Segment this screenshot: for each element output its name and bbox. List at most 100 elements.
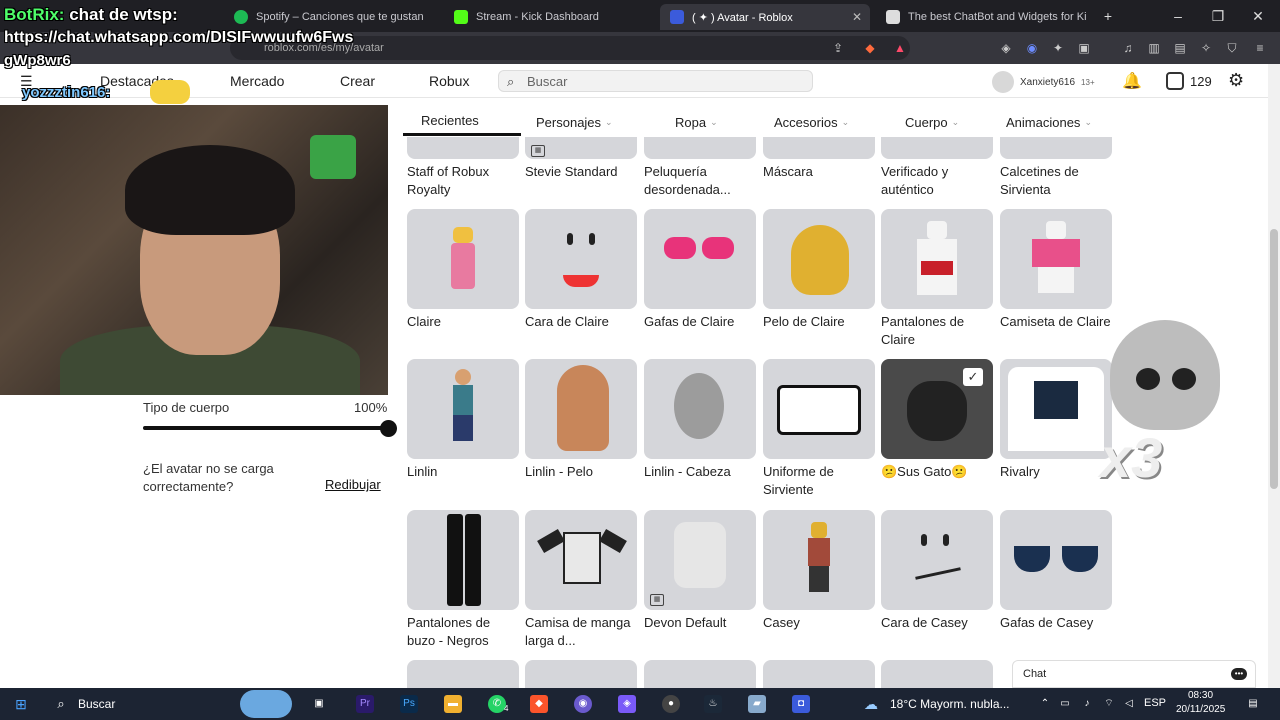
- chat-bubble-icon[interactable]: •••: [1231, 668, 1247, 680]
- screenshot-icon[interactable]: ▣: [1076, 40, 1092, 56]
- tray-network-icon[interactable]: ▭: [1056, 695, 1074, 713]
- tab-roblox-avatar[interactable]: ( ✦ ) Avatar - Roblox ✕: [660, 4, 870, 30]
- user-profile[interactable]: Xanxiety616 13+: [992, 71, 1095, 93]
- search-input[interactable]: ⌕ Buscar: [498, 70, 813, 92]
- search-icon[interactable]: ⌕: [52, 695, 70, 713]
- tab-accesorios[interactable]: Accesorios ⌄: [774, 108, 849, 136]
- app-icon[interactable]: ◈: [618, 695, 636, 713]
- tab-chatbot[interactable]: The best ChatBot and Widgets for Ki: [876, 4, 1086, 30]
- notifications-bell-icon[interactable]: 🔔: [1122, 71, 1142, 91]
- redraw-button[interactable]: Redibujar: [325, 477, 381, 492]
- premiere-icon[interactable]: Pr: [356, 695, 374, 713]
- weather-icon[interactable]: ☁: [862, 695, 880, 713]
- item-card[interactable]: ▦ Stevie Standard: [525, 137, 637, 181]
- item-thumbnail: ▦: [644, 510, 756, 610]
- item-card[interactable]: Cara de Casey: [881, 510, 993, 632]
- clock-date[interactable]: 20/11/2025: [1176, 704, 1225, 715]
- weather-text[interactable]: 18°C Mayorm. nubla...: [890, 697, 1010, 711]
- app-2-icon[interactable]: ▰: [748, 695, 766, 713]
- item-card[interactable]: Pantalones de Claire: [881, 209, 993, 349]
- task-view-icon[interactable]: ▣: [310, 695, 328, 713]
- item-card[interactable]: Gafas de Claire: [644, 209, 756, 331]
- nav-crear[interactable]: Crear: [340, 73, 375, 89]
- item-card[interactable]: Verificado y auténtico: [881, 137, 993, 199]
- language-indicator[interactable]: ESP: [1144, 697, 1166, 709]
- botrix-message: chat de wtsp:: [69, 5, 178, 24]
- minimize-button[interactable]: –: [1158, 0, 1198, 32]
- item-card[interactable]: Calcetines de Sirvienta: [1000, 137, 1112, 199]
- chat-panel[interactable]: Chat •••: [1012, 660, 1256, 688]
- volume-icon[interactable]: ◁: [1120, 695, 1138, 713]
- robux-balance[interactable]: 129: [1166, 72, 1212, 90]
- vpn-icon[interactable]: ⛉: [1224, 40, 1240, 56]
- item-card[interactable]: Uniforme de Sirviente: [763, 359, 875, 499]
- tab-kick[interactable]: Stream - Kick Dashboard: [444, 4, 654, 30]
- wallet-icon[interactable]: ▤: [1172, 40, 1188, 56]
- taskbar-search-label[interactable]: Buscar: [78, 697, 115, 711]
- steam-icon[interactable]: ♨: [704, 695, 722, 713]
- rewards-icon[interactable]: ▲: [892, 40, 908, 56]
- translate-icon[interactable]: ◉: [1024, 40, 1040, 56]
- puzzle-icon[interactable]: ✦: [1050, 40, 1066, 56]
- notification-center-icon[interactable]: ▤: [1244, 695, 1262, 713]
- file-explorer-icon[interactable]: ▬: [444, 695, 462, 713]
- item-card[interactable]: Linlin: [407, 359, 519, 481]
- obs-icon[interactable]: ●: [662, 695, 680, 713]
- maximize-button[interactable]: ❐: [1198, 0, 1238, 32]
- widget-image-icon[interactable]: [240, 690, 292, 718]
- tab-recientes[interactable]: Recientes: [403, 108, 521, 136]
- item-card[interactable]: ▦ Devon Default: [644, 510, 756, 632]
- brave-shield-icon[interactable]: ◆: [862, 40, 878, 56]
- page-scrollbar[interactable]: [1268, 64, 1280, 688]
- nav-mercado[interactable]: Mercado: [230, 73, 284, 89]
- tray-mic-icon[interactable]: ♪: [1078, 695, 1096, 713]
- item-card[interactable]: [525, 660, 637, 688]
- item-card[interactable]: Pelo de Claire: [763, 209, 875, 331]
- close-window-button[interactable]: ✕: [1238, 0, 1278, 32]
- item-card[interactable]: Gafas de Casey: [1000, 510, 1112, 632]
- new-tab-button[interactable]: +: [1090, 0, 1126, 32]
- item-card[interactable]: Pantalones de buzo - Negros: [407, 510, 519, 650]
- scrollbar-thumb[interactable]: [1270, 229, 1278, 489]
- clock-time[interactable]: 08:30: [1188, 690, 1213, 701]
- item-card[interactable]: [763, 660, 875, 688]
- settings-gear-icon[interactable]: ⚙: [1228, 70, 1244, 91]
- item-card[interactable]: Claire: [407, 209, 519, 331]
- item-card[interactable]: Casey: [763, 510, 875, 632]
- item-card[interactable]: Linlin - Pelo: [525, 359, 637, 481]
- roblox-taskbar-icon[interactable]: ◘: [792, 695, 810, 713]
- body-type-slider[interactable]: [143, 426, 389, 430]
- music-icon[interactable]: ♫: [1120, 40, 1136, 56]
- item-card[interactable]: Camiseta de Claire: [1000, 209, 1112, 331]
- tab-cuerpo[interactable]: Cuerpo ⌄: [905, 108, 959, 136]
- tab-personajes[interactable]: Personajes ⌄: [536, 108, 613, 136]
- body-type-slider-handle[interactable]: [380, 420, 397, 437]
- windows-start-icon[interactable]: ⊞: [12, 695, 30, 713]
- item-card[interactable]: Rivalry: [1000, 359, 1112, 481]
- tab-spotify[interactable]: Spotify – Canciones que te gustan: [224, 4, 444, 30]
- wifi-icon[interactable]: ⌔: [1100, 695, 1118, 713]
- tab-ropa[interactable]: Ropa ⌄: [675, 108, 718, 136]
- sidebar-icon[interactable]: ▥: [1146, 40, 1162, 56]
- item-card[interactable]: Linlin - Cabeza: [644, 359, 756, 481]
- item-card[interactable]: Camisa de manga larga d...: [525, 510, 637, 650]
- photoshop-icon[interactable]: Ps: [400, 695, 418, 713]
- item-card[interactable]: [881, 660, 993, 688]
- item-card[interactable]: Máscara: [763, 137, 875, 181]
- chevron-up-icon[interactable]: ⌃: [1036, 695, 1054, 713]
- share-icon[interactable]: ⇪: [830, 40, 846, 56]
- nav-robux[interactable]: Robux: [429, 73, 469, 89]
- brave-icon[interactable]: ◆: [530, 695, 548, 713]
- extension-icon[interactable]: ◈: [998, 40, 1014, 56]
- tab-animaciones[interactable]: Animaciones ⌄: [1006, 108, 1092, 136]
- close-tab-icon[interactable]: ✕: [852, 10, 862, 24]
- item-card[interactable]: [644, 660, 756, 688]
- leo-icon[interactable]: ✧: [1198, 40, 1214, 56]
- discord-icon[interactable]: ◉: [574, 695, 592, 713]
- item-card[interactable]: Staff of Robux Royalty: [407, 137, 519, 199]
- item-card[interactable]: [407, 660, 519, 688]
- item-card[interactable]: Peluquería desordenada...: [644, 137, 756, 199]
- menu-icon[interactable]: ≡: [1252, 40, 1268, 56]
- item-card[interactable]: Cara de Claire: [525, 209, 637, 331]
- item-card[interactable]: ✓ 😕Sus Gato😕: [881, 359, 993, 481]
